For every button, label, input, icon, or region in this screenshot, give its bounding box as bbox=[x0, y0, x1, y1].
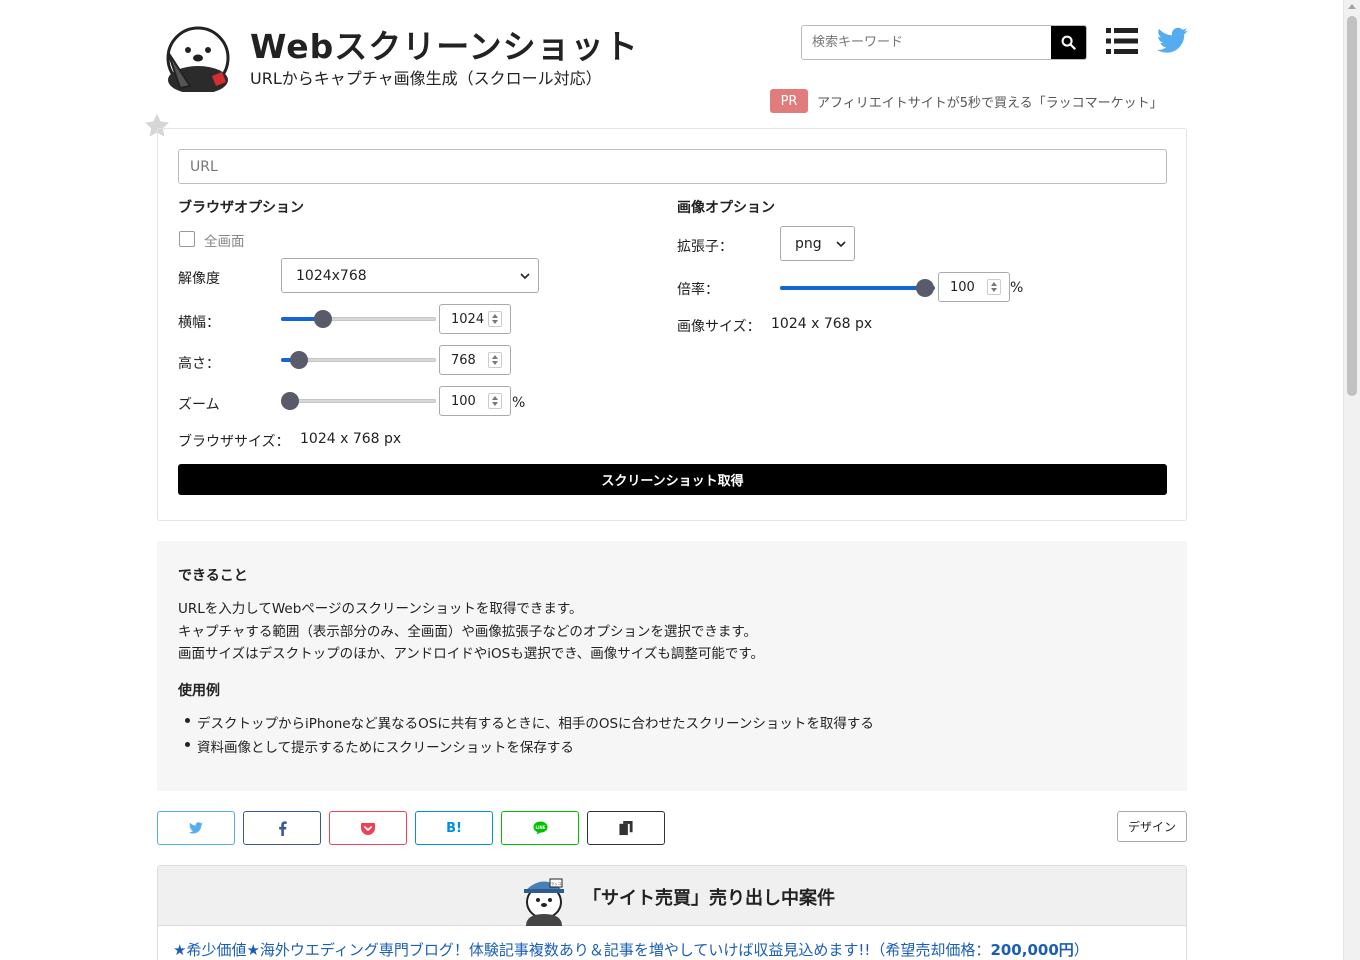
search-icon bbox=[1061, 35, 1076, 50]
search-input[interactable] bbox=[802, 26, 1052, 59]
pocket-icon bbox=[361, 822, 375, 835]
info-line: URLを入力してWebページのスクリーンショットを取得できます。 bbox=[178, 601, 583, 617]
sale-listing-link[interactable]: ★希少価値★海外ウエディング専門ブログ！体験記事複数あり＆記事を増やしていけば収… bbox=[173, 939, 1089, 960]
chevron-down-icon bbox=[520, 273, 530, 280]
search-button[interactable] bbox=[1051, 26, 1086, 59]
share-facebook-button[interactable] bbox=[243, 811, 321, 845]
share-pocket-button[interactable] bbox=[329, 811, 407, 845]
chevron-down-icon bbox=[836, 241, 846, 248]
sale-listing-text: ★希少価値★海外ウエディング専門ブログ！体験記事複数あり＆記事を増やしていけば収… bbox=[173, 941, 991, 959]
width-stepper[interactable] bbox=[488, 311, 502, 327]
bullet bbox=[185, 742, 190, 747]
zoom-unit: % bbox=[512, 395, 526, 411]
extension-label: 拡張子： bbox=[677, 239, 733, 255]
twitter-icon bbox=[189, 822, 203, 834]
image-size-label: 画像サイズ： bbox=[677, 319, 761, 335]
scroll-up-arrow[interactable] bbox=[1348, 4, 1356, 9]
height-input[interactable]: 768 bbox=[439, 345, 511, 375]
svg-text:LINE: LINE bbox=[535, 825, 545, 830]
take-screenshot-button[interactable]: スクリーンショット取得 bbox=[178, 464, 1167, 495]
width-slider-handle[interactable] bbox=[314, 310, 332, 328]
sale-listing-price: 200,000円 bbox=[990, 941, 1074, 959]
zoom-value: 100 bbox=[451, 393, 476, 409]
screenshot-form: ブラウザオプション 全画面 解像度 1024x768 横幅： 1024 高さ： … bbox=[157, 128, 1187, 521]
site-sale-header: ラッコ 「サイト売買」売り出し中案件 bbox=[158, 866, 1186, 926]
scale-label: 倍率： bbox=[677, 282, 719, 298]
site-title[interactable]: Webスクリーンショット bbox=[250, 20, 639, 68]
height-slider-handle[interactable] bbox=[290, 351, 308, 369]
scale-slider[interactable] bbox=[780, 278, 935, 298]
url-input[interactable] bbox=[178, 149, 1167, 184]
pr-badge: PR bbox=[770, 89, 808, 113]
height-stepper[interactable] bbox=[488, 352, 502, 368]
scale-stepper[interactable] bbox=[987, 279, 1001, 295]
share-twitter-button[interactable] bbox=[157, 811, 235, 845]
zoom-stepper[interactable] bbox=[488, 393, 502, 409]
facebook-icon bbox=[278, 820, 287, 836]
zoom-slider-handle[interactable] bbox=[281, 392, 299, 410]
line-icon: LINE bbox=[533, 821, 547, 835]
zoom-slider-track bbox=[281, 399, 436, 403]
scrollbar-thumb[interactable] bbox=[1347, 16, 1357, 396]
usage-item: デスクトップからiPhoneなど異なるOSに共有するときに、相手のOSに合わせた… bbox=[197, 716, 874, 732]
info-section: できること URLを入力してWebページのスクリーンショットを取得できます。 キ… bbox=[157, 541, 1187, 791]
scale-unit: % bbox=[1010, 280, 1024, 296]
sale-listing-close: ） bbox=[1073, 941, 1089, 959]
info-line: 画面サイズはデスクトップのほか、アンドロイドやiOSも選択でき、画像サイズも調整… bbox=[178, 646, 765, 662]
zoom-slider[interactable] bbox=[281, 391, 436, 411]
width-value: 1024 bbox=[451, 311, 485, 327]
width-slider[interactable] bbox=[281, 309, 436, 329]
resolution-value: 1024x768 bbox=[296, 267, 367, 284]
usage-heading: 使用例 bbox=[178, 683, 220, 699]
height-label: 高さ： bbox=[178, 356, 220, 372]
bullet bbox=[185, 718, 190, 723]
site-subtitle: URLからキャプチャ画像生成（スクロール対応） bbox=[250, 69, 602, 88]
fullscreen-checkbox[interactable] bbox=[179, 231, 195, 247]
scale-value: 100 bbox=[950, 279, 975, 295]
info-line: キャプチャする範囲（表示部分のみ、全画面）や画像拡張子などのオプションを選択でき… bbox=[178, 624, 758, 640]
share-hatena-button[interactable]: B! bbox=[415, 811, 493, 845]
pr-link[interactable]: アフィリエイトサイトが5秒で買える「ラッコマーケット」 bbox=[817, 92, 1163, 111]
zoom-input[interactable]: 100 bbox=[439, 386, 511, 416]
twitter-icon[interactable] bbox=[1157, 27, 1188, 54]
copy-icon bbox=[619, 820, 633, 835]
browser-size-value: 1024 x 768 px bbox=[300, 431, 402, 447]
image-options-title: 画像オプション bbox=[677, 200, 775, 216]
menu-icon[interactable] bbox=[1106, 27, 1138, 55]
site-header: Webスクリーンショット URLからキャプチャ画像生成（スクロール対応） PR … bbox=[157, 0, 1188, 128]
otter-mascot: ラッコ bbox=[524, 878, 564, 926]
image-size-value: 1024 x 768 px bbox=[771, 316, 873, 332]
height-slider[interactable] bbox=[281, 350, 436, 370]
share-line-button[interactable]: LINE bbox=[501, 811, 579, 845]
page-scrollbar[interactable] bbox=[1343, 0, 1360, 960]
site-sale-box: ラッコ 「サイト売買」売り出し中案件 ★希少価値★海外ウエディング専門ブログ！体… bbox=[157, 865, 1187, 960]
resolution-label: 解像度 bbox=[178, 271, 220, 287]
scale-slider-fill bbox=[780, 286, 935, 290]
browser-options-title: ブラウザオプション bbox=[178, 200, 304, 216]
scale-slider-handle[interactable] bbox=[916, 279, 934, 297]
browser-size-label: ブラウザサイズ： bbox=[178, 434, 290, 450]
info-heading: できること bbox=[178, 568, 248, 584]
search-box bbox=[801, 25, 1087, 60]
otter-logo[interactable] bbox=[160, 18, 234, 92]
width-input[interactable]: 1024 bbox=[439, 304, 511, 334]
usage-item: 資料画像として提示するためにスクリーンショットを保存する bbox=[197, 740, 574, 756]
extension-select[interactable]: png bbox=[780, 226, 855, 261]
scale-input[interactable]: 100 bbox=[938, 272, 1010, 302]
extension-value: png bbox=[795, 235, 822, 252]
resolution-select[interactable]: 1024x768 bbox=[281, 258, 539, 293]
height-value: 768 bbox=[451, 352, 476, 368]
width-label: 横幅： bbox=[178, 315, 220, 331]
mascot-sign-text: ラッコ bbox=[551, 881, 562, 886]
fullscreen-label[interactable]: 全画面 bbox=[204, 230, 245, 250]
zoom-label: ズーム bbox=[178, 397, 220, 413]
copy-button[interactable] bbox=[587, 811, 665, 845]
design-button[interactable]: デザイン bbox=[1117, 811, 1187, 842]
site-sale-title: 「サイト売買」売り出し中案件 bbox=[583, 888, 835, 909]
